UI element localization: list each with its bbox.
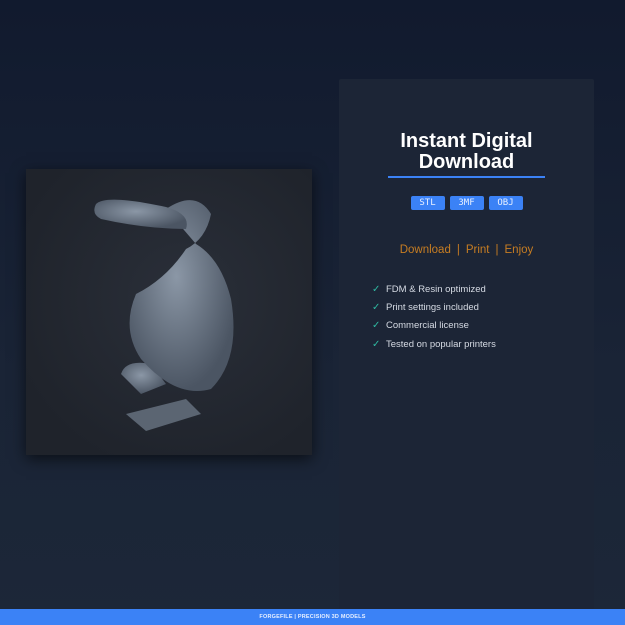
feature-label: FDM & Resin optimized — [386, 283, 486, 295]
tagline: Download | Print | Enjoy — [339, 244, 594, 256]
duck-figurine-model — [94, 199, 234, 431]
separator: | — [495, 244, 499, 256]
feature-item: ✓ Print settings included — [372, 298, 496, 316]
product-image — [26, 169, 312, 455]
check-icon: ✓ — [372, 301, 381, 313]
feature-label: Tested on popular printers — [386, 338, 496, 350]
title-underline — [388, 176, 545, 178]
format-tag-stl: STL — [410, 196, 445, 210]
title-line-1: Instant Digital — [400, 130, 533, 152]
tagline-download: Download — [399, 244, 451, 256]
panel-title: Instant Digital Download — [339, 131, 594, 173]
feature-item: ✓ Tested on popular printers — [372, 335, 496, 353]
format-tags: STL 3MF OBJ — [339, 196, 594, 210]
format-tag-obj: OBJ — [488, 196, 523, 210]
feature-label: Commercial license — [386, 320, 469, 332]
product-info-panel: Instant Digital Download STL 3MF OBJ Down… — [339, 79, 594, 609]
footer-bar: FORGEFILE | PRECISION 3D MODELS — [0, 609, 625, 625]
feature-item: ✓ Commercial license — [372, 317, 496, 335]
feature-list: ✓ FDM & Resin optimized ✓ Print settings i… — [372, 280, 496, 353]
feature-label: Print settings included — [386, 301, 479, 313]
separator: | — [456, 244, 460, 256]
check-icon: ✓ — [372, 338, 381, 350]
format-tag-3mf: 3MF — [449, 196, 484, 210]
check-icon: ✓ — [372, 320, 381, 332]
feature-item: ✓ FDM & Resin optimized — [372, 280, 496, 298]
title-line-2: Download — [418, 151, 515, 173]
check-icon: ✓ — [372, 283, 381, 295]
tagline-print: Print — [465, 244, 490, 256]
tagline-enjoy: Enjoy — [504, 244, 534, 256]
